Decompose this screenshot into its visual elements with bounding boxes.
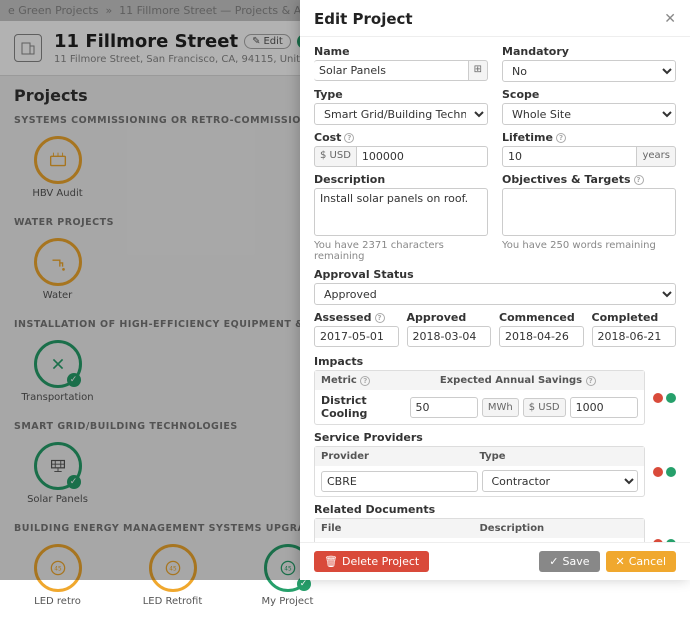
col-doc-desc: Description [480,523,639,534]
label-cost: Cost? [314,131,488,144]
completed-input[interactable] [592,326,677,347]
mandatory-select[interactable]: No [502,60,676,82]
name-input[interactable] [314,60,469,81]
close-icon[interactable]: ✕ [664,11,676,27]
save-button[interactable]: ✓Save [539,551,599,572]
help-icon[interactable]: ? [634,175,644,185]
label-scope: Scope [502,88,676,101]
scope-select[interactable]: Whole Site [502,103,676,125]
label-description: Description [314,173,488,186]
provider-type-select[interactable]: Contractor [482,470,639,492]
help-icon[interactable]: ? [344,133,354,143]
col-file: File [321,523,480,534]
impact-metric-cell: District Cooling [321,394,406,420]
impact-unit: MWh [482,398,519,417]
docs-heading: Related Documents [314,503,676,516]
type-select[interactable]: Smart Grid/Building Technologies [314,103,488,125]
name-lock-icon[interactable]: ⊞ [469,60,488,81]
objectives-input[interactable] [502,188,676,236]
cost-input[interactable] [357,146,488,167]
add-row-icon[interactable] [666,467,676,477]
label-lifetime: Lifetime? [502,131,676,144]
desc-hint: You have 2371 characters remaining [314,240,488,262]
help-icon[interactable]: ? [556,133,566,143]
providers-table: ProviderType Contractor [314,446,645,497]
lifetime-unit: years [637,146,676,167]
approved-input[interactable] [407,326,492,347]
x-icon: ✕ [616,555,625,568]
impact-value-input[interactable] [570,397,638,418]
lifetime-input[interactable] [502,146,637,167]
col-metric: Metric ? [321,375,440,386]
add-row-icon[interactable] [666,393,676,403]
table-row: District Cooling MWh $ USD [315,390,644,424]
label-approval: Approval Status [314,268,676,281]
modal-title: Edit Project [314,10,413,28]
trash-icon: 🗑 [324,555,338,568]
assessed-input[interactable] [314,326,399,347]
table-row: Contractor [315,466,644,496]
commenced-input[interactable] [499,326,584,347]
help-icon[interactable]: ? [586,376,596,386]
impact-currency: $ USD [523,398,566,417]
impacts-table: Metric ?Expected Annual Savings ? Distri… [314,370,645,425]
label-objectives: Objectives & Targets? [502,173,676,186]
delete-project-button[interactable]: 🗑Delete Project [314,551,429,572]
label-approved: Approved [407,311,492,324]
label-commenced: Commenced [499,311,584,324]
label-assessed: Assessed? [314,311,399,324]
label-type: Type [314,88,488,101]
remove-row-icon[interactable] [653,467,663,477]
cancel-button[interactable]: ✕Cancel [606,551,676,572]
providers-heading: Service Providers [314,431,676,444]
col-expected: Expected Annual Savings ? [440,375,638,386]
docs-table: FileDescription 2018-GRESB-Response-v1.d… [314,518,645,542]
help-icon[interactable]: ? [375,313,385,323]
check-icon: ✓ [549,555,558,568]
impacts-heading: Impacts [314,355,676,368]
col-provider-type: Type [480,451,639,462]
label-name: Name [314,45,488,58]
approval-select[interactable]: Approved [314,283,676,305]
remove-row-icon[interactable] [653,393,663,403]
edit-project-modal: Edit Project ✕ Name ⊞ Mandatory No Type … [300,0,690,580]
impact-qty-input[interactable] [410,397,478,418]
obj-hint: You have 250 words remaining [502,240,676,251]
provider-name-input[interactable] [321,471,478,492]
help-icon[interactable]: ? [360,376,370,386]
description-input[interactable]: Install solar panels on roof. [314,188,488,236]
cost-currency: $ USD [314,146,357,167]
label-completed: Completed [592,311,677,324]
col-provider: Provider [321,451,480,462]
label-mandatory: Mandatory [502,45,676,58]
